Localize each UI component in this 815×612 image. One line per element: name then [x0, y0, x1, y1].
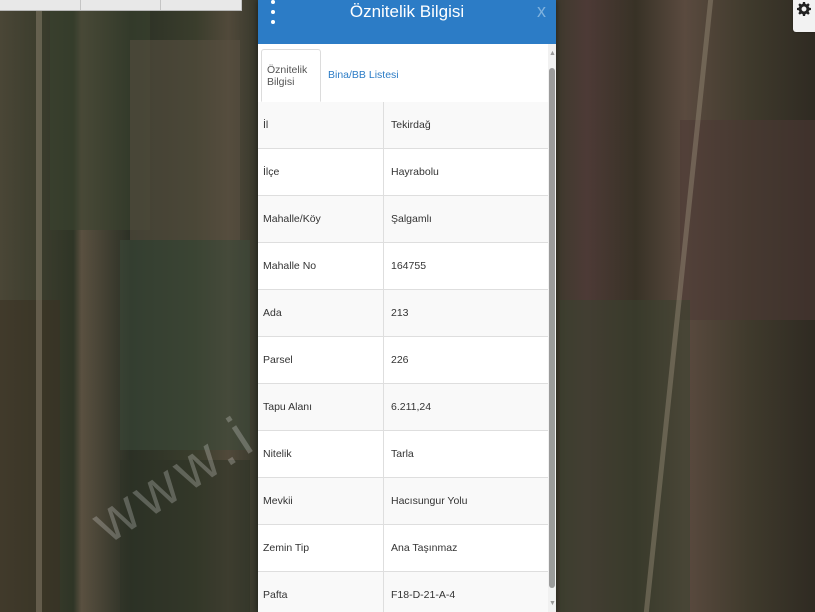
scrollbar[interactable]: ▲ ▼ [548, 44, 556, 612]
attribute-table: İl Tekirdağ İlçe Hayrabolu Mahalle/Köy Şalg… [258, 102, 548, 612]
table-row: Mevkii Hacısungur Yolu [258, 478, 548, 525]
table-row: Mahalle No 164755 [258, 243, 548, 290]
table-row: Nitelik Tarla [258, 431, 548, 478]
attribute-key: Parsel [258, 337, 384, 383]
attribute-value: Hacısungur Yolu [391, 495, 468, 507]
attribute-value: Hayrabolu [391, 166, 439, 178]
close-button[interactable]: x [537, 0, 546, 22]
attribute-key: Nitelik [258, 431, 384, 477]
map-field [680, 120, 815, 320]
attribute-key: Mahalle/Köy [258, 196, 384, 242]
tab-attribute-info[interactable]: Öznitelik Bilgisi [261, 49, 321, 102]
attribute-value: Ana Taşınmaz [391, 542, 458, 554]
attribute-panel: Öznitelik Bilgisi x Öznitelik Bilgisi Bi… [258, 0, 556, 612]
map-field [560, 300, 690, 612]
toolbar-segment[interactable] [81, 0, 162, 10]
map-field [0, 300, 60, 612]
attribute-key: İl [258, 102, 384, 148]
panel-header: Öznitelik Bilgisi x [258, 0, 556, 44]
attribute-key: Tapu Alanı [258, 384, 384, 430]
attribute-key: Pafta [258, 572, 384, 612]
table-row: Mahalle/Köy Şalgamlı [258, 196, 548, 243]
attribute-key: Ada [258, 290, 384, 336]
attribute-value: Tekirdağ [391, 119, 431, 131]
toolbar-segment[interactable] [161, 0, 243, 10]
table-row: Pafta F18-D-21-A-4 [258, 572, 548, 612]
gear-icon [797, 2, 811, 16]
attribute-key: İlçe [258, 149, 384, 195]
map-road [36, 0, 42, 612]
attribute-key: Mahalle No [258, 243, 384, 289]
attribute-value: Şalgamlı [391, 213, 432, 225]
attribute-value: Tarla [391, 448, 414, 460]
table-row: Parsel 226 [258, 337, 548, 384]
tab-building-list[interactable]: Bina/BB Listesi [323, 49, 404, 101]
attribute-value: 213 [391, 307, 409, 319]
table-row: İlçe Hayrabolu [258, 149, 548, 196]
attribute-value: 164755 [391, 260, 427, 272]
table-row: Ada 213 [258, 290, 548, 337]
table-row: İl Tekirdağ [258, 102, 548, 149]
toolbar-segment[interactable] [0, 0, 81, 10]
scrollbar-thumb[interactable] [549, 68, 555, 588]
map-toolbar[interactable] [0, 0, 243, 11]
attribute-value: 226 [391, 354, 409, 366]
settings-button[interactable] [793, 0, 815, 32]
table-row: Tapu Alanı 6.211,24 [258, 384, 548, 431]
table-row: Zemin Tip Ana Taşınmaz [258, 525, 548, 572]
attribute-value: F18-D-21-A-4 [391, 589, 456, 601]
triangle-up-icon[interactable]: ▲ [549, 50, 556, 58]
attribute-key: Zemin Tip [258, 525, 384, 571]
attribute-value: 6.211,24 [391, 401, 432, 413]
map-field [130, 40, 240, 240]
triangle-down-icon[interactable]: ▼ [549, 600, 556, 608]
attribute-key: Mevkii [258, 478, 384, 524]
panel-title: Öznitelik Bilgisi [349, 2, 465, 21]
tab-bar: Öznitelik Bilgisi Bina/BB Listesi [258, 44, 556, 103]
